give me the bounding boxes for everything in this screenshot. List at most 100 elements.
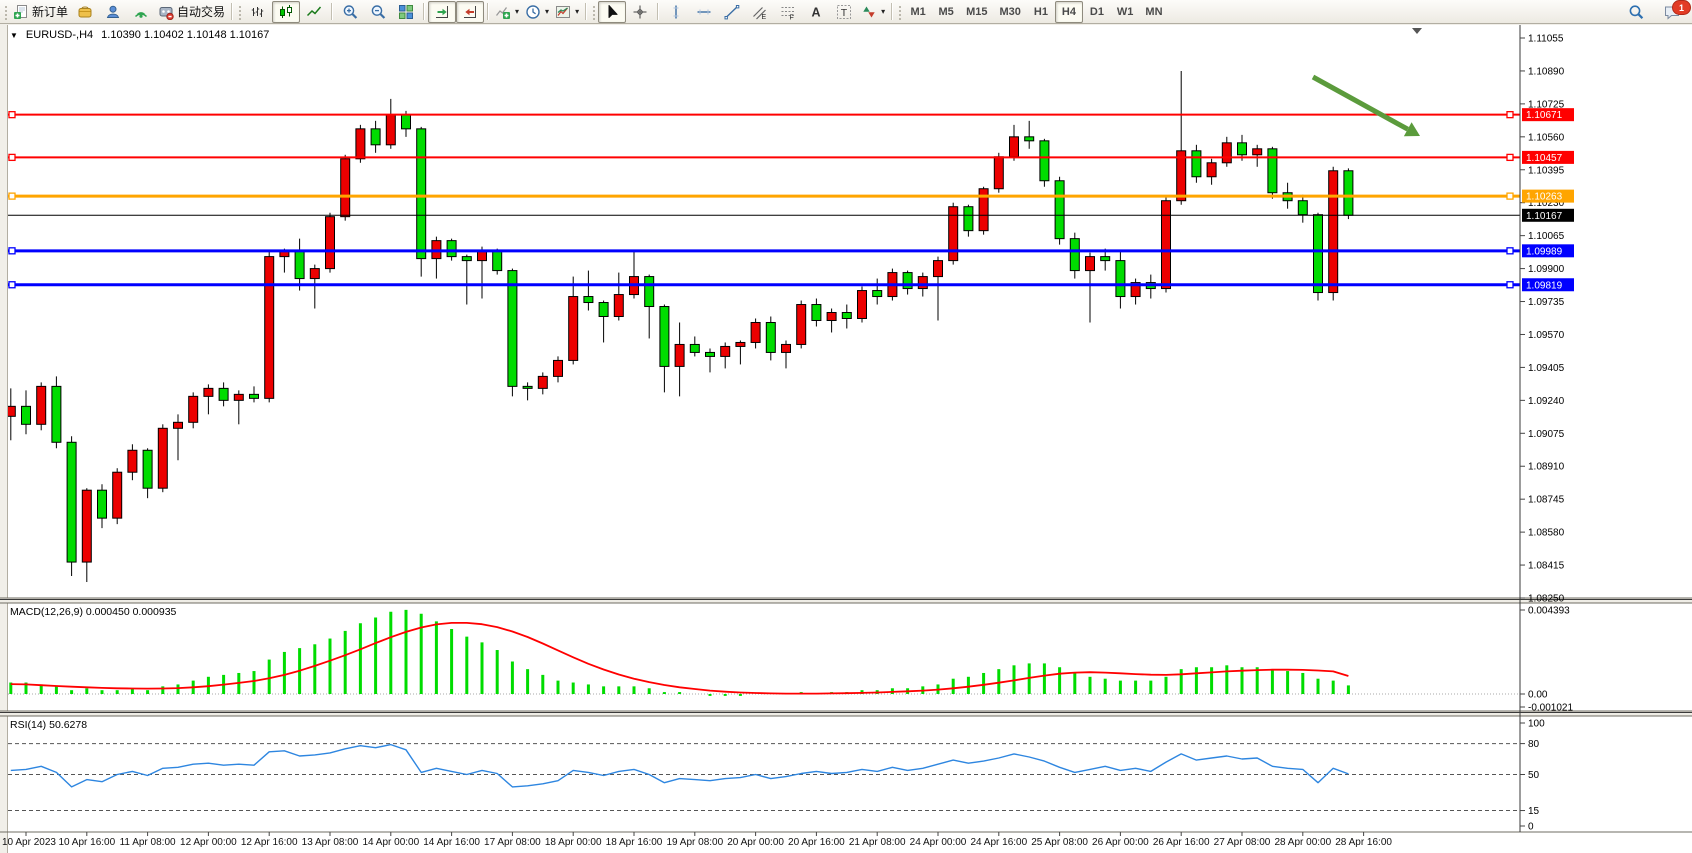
- rsi-axis-label: 0: [1528, 822, 1534, 833]
- tf-m1-label: M1: [907, 6, 928, 18]
- fibonacci-button[interactable]: F: [774, 1, 802, 23]
- candle-body: [1207, 163, 1216, 177]
- cursor-button[interactable]: [598, 1, 626, 23]
- tf-m15[interactable]: M15: [960, 1, 993, 23]
- signals-button[interactable]: [127, 1, 155, 23]
- equidistant-channel-button[interactable]: E: [746, 1, 774, 23]
- tile-windows-button[interactable]: [392, 1, 420, 23]
- tf-mn-label: MN: [1142, 6, 1165, 18]
- templates-button[interactable]: ▾: [552, 1, 582, 23]
- rsi-axis-label: 80: [1528, 739, 1540, 750]
- line-handle[interactable]: [1507, 193, 1513, 199]
- profile-button[interactable]: [99, 1, 127, 23]
- market-watch-button[interactable]: [71, 1, 99, 23]
- price-tick-label: 1.08910: [1528, 462, 1565, 473]
- dropdown-caret-icon[interactable]: ▾: [515, 7, 519, 16]
- toolbar-grip[interactable]: [237, 4, 242, 20]
- dropdown-caret-icon[interactable]: ▾: [575, 7, 579, 16]
- candle-body: [554, 360, 563, 376]
- line-handle[interactable]: [1507, 112, 1513, 118]
- tf-w1[interactable]: W1: [1111, 1, 1140, 23]
- candle-body: [690, 344, 699, 352]
- candle-body: [326, 217, 335, 269]
- svg-text:A: A: [812, 5, 821, 19]
- notifications-button[interactable]: 1: [1658, 1, 1686, 23]
- candle-body: [493, 251, 502, 271]
- candle-body: [52, 386, 61, 442]
- new-order-button-label: 新订单: [32, 3, 68, 20]
- tf-m15-label: M15: [963, 6, 990, 18]
- tf-d1-label: D1: [1087, 6, 1107, 18]
- crosshair-icon: [632, 4, 648, 20]
- auto-trading-button[interactable]: 自动交易: [155, 1, 228, 23]
- horizontal-line-button[interactable]: [690, 1, 718, 23]
- tf-h1[interactable]: H1: [1027, 1, 1055, 23]
- candle-body: [660, 307, 669, 367]
- periods-button[interactable]: ▾: [522, 1, 552, 23]
- toolbar-grip[interactable]: [591, 4, 596, 20]
- vertical-line-button[interactable]: [662, 1, 690, 23]
- date-tick-label: 20 Apr 16:00: [788, 837, 845, 848]
- arrows-button[interactable]: ▾: [858, 1, 888, 23]
- crosshair-button[interactable]: [626, 1, 654, 23]
- fibo-icon: F: [780, 4, 796, 20]
- toolbar-grip[interactable]: [897, 4, 902, 20]
- candle-body: [964, 207, 973, 231]
- tf-m1[interactable]: M1: [904, 1, 932, 23]
- candle-body: [158, 428, 167, 488]
- candle-body: [82, 490, 91, 562]
- candle-body: [113, 472, 122, 518]
- line-handle[interactable]: [9, 282, 15, 288]
- toolbar-grip[interactable]: [3, 4, 8, 20]
- rsi-axis-label: 100: [1528, 719, 1545, 730]
- text-button[interactable]: A: [802, 1, 830, 23]
- dropdown-caret-icon[interactable]: ▾: [545, 7, 549, 16]
- indicators-button[interactable]: ▾: [492, 1, 522, 23]
- line-handle[interactable]: [1507, 282, 1513, 288]
- price-tick-label: 1.10395: [1528, 165, 1565, 176]
- new-order-button[interactable]: 新订单: [10, 1, 71, 23]
- line-handle[interactable]: [9, 154, 15, 160]
- line-handle[interactable]: [1507, 248, 1513, 254]
- zoom-in-button[interactable]: [336, 1, 364, 23]
- notification-badge: 1: [1672, 0, 1691, 15]
- toolbar-separator: [231, 3, 233, 20]
- auto-scroll-button[interactable]: [428, 1, 456, 23]
- candle-body: [1101, 257, 1110, 261]
- candlestick-chart-button[interactable]: [272, 1, 300, 23]
- price-tick-label: 1.09900: [1528, 264, 1565, 275]
- candle-body: [1344, 171, 1353, 216]
- text-label-button[interactable]: T: [830, 1, 858, 23]
- line-handle[interactable]: [1507, 154, 1513, 160]
- tf-m5[interactable]: M5: [932, 1, 960, 23]
- chart-canvas[interactable]: 1.110551.108901.107251.105601.103951.102…: [0, 25, 1692, 853]
- tf-m30[interactable]: M30: [994, 1, 1027, 23]
- line-price-tag: 1.10671: [1522, 108, 1574, 121]
- tf-d1[interactable]: D1: [1083, 1, 1111, 23]
- line-chart-button[interactable]: [300, 1, 328, 23]
- zoom-out-icon: [370, 4, 386, 20]
- search-button[interactable]: [1622, 1, 1650, 23]
- bar-chart-button[interactable]: [244, 1, 272, 23]
- chart-shift-button[interactable]: [456, 1, 484, 23]
- candle-body: [356, 129, 365, 159]
- date-tick-label: 11 Apr 08:00: [120, 837, 176, 848]
- hline-icon: [696, 4, 712, 20]
- line-handle[interactable]: [9, 248, 15, 254]
- line-handle[interactable]: [9, 112, 15, 118]
- trendline-button[interactable]: [718, 1, 746, 23]
- zoom-out-button[interactable]: [364, 1, 392, 23]
- rsi-axis-label: 15: [1528, 806, 1540, 817]
- line-handle[interactable]: [9, 193, 15, 199]
- tf-m5-label: M5: [935, 6, 956, 18]
- tf-h4[interactable]: H4: [1055, 1, 1083, 23]
- chart-window[interactable]: 1.110551.108901.107251.105601.103951.102…: [0, 25, 1692, 853]
- candle-body: [797, 305, 806, 345]
- line-price-tag: 1.09819: [1522, 278, 1574, 291]
- tf-mn[interactable]: MN: [1139, 1, 1168, 23]
- window-left-gutter: [0, 25, 7, 853]
- dropdown-caret-icon[interactable]: ▾: [881, 7, 885, 16]
- date-tick-label: 24 Apr 00:00: [910, 837, 967, 848]
- arrows-icon: [861, 4, 877, 20]
- candle-body: [1314, 215, 1323, 293]
